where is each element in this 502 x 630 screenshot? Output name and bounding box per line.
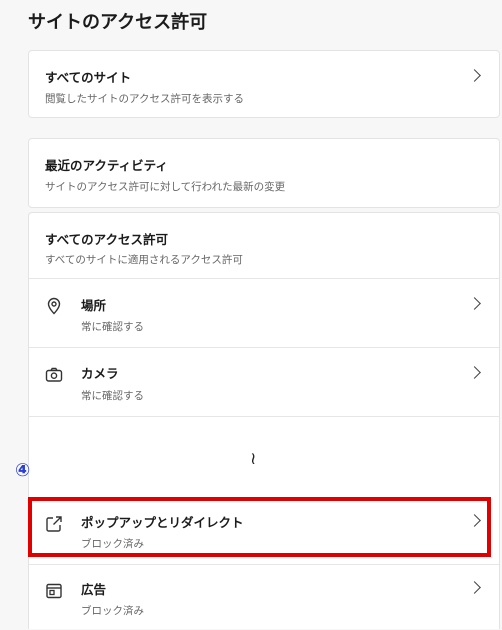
- chevron-right-icon: [468, 366, 481, 379]
- all-sites-title: すべてのサイト: [45, 70, 132, 85]
- chevron-right-icon: [468, 581, 481, 594]
- permission-status: ブロック済み: [81, 605, 144, 617]
- recent-activity-card[interactable]: 最近のアクティビティ サイトのアクセス許可に対して行われた最新の変更: [28, 138, 500, 208]
- permission-status: 常に確認する: [81, 390, 144, 402]
- permission-item-ads[interactable]: 広告 ブロック済み: [29, 565, 499, 630]
- step-marker: ④: [15, 460, 31, 481]
- highlight-box: [28, 497, 491, 557]
- omission-mark: ≀: [250, 449, 257, 469]
- chevron-right-icon: [468, 69, 481, 82]
- permission-label: 場所: [81, 298, 107, 313]
- recent-activity-title: 最近のアクティビティ: [45, 158, 168, 173]
- permission-status: 常に確認する: [81, 321, 144, 333]
- chevron-right-icon: [468, 297, 481, 310]
- permission-item-camera[interactable]: カメラ 常に確認する: [29, 348, 499, 416]
- page-title: サイトのアクセス許可: [28, 12, 208, 33]
- all-sites-subtitle: 閲覧したサイトのアクセス許可を表示する: [45, 93, 244, 105]
- permission-label: カメラ: [81, 366, 119, 381]
- all-permissions-title: すべてのアクセス許可: [45, 232, 169, 247]
- ad-window-icon: [46, 583, 62, 599]
- divider: [29, 416, 499, 417]
- recent-activity-subtitle: サイトのアクセス許可に対して行われた最新の変更: [45, 181, 286, 193]
- all-sites-card[interactable]: すべてのサイト 閲覧したサイトのアクセス許可を表示する: [28, 50, 500, 118]
- camera-icon: [45, 367, 63, 382]
- permission-label: 広告: [81, 582, 107, 597]
- all-permissions-subtitle: すべてのサイトに適用されるアクセス許可: [45, 254, 243, 266]
- location-pin-icon: [47, 297, 61, 315]
- permission-item-location[interactable]: 場所 常に確認する: [29, 279, 499, 347]
- all-permissions-card: すべてのアクセス許可 すべてのサイトに適用されるアクセス許可 場所 常に確認する…: [28, 212, 500, 629]
